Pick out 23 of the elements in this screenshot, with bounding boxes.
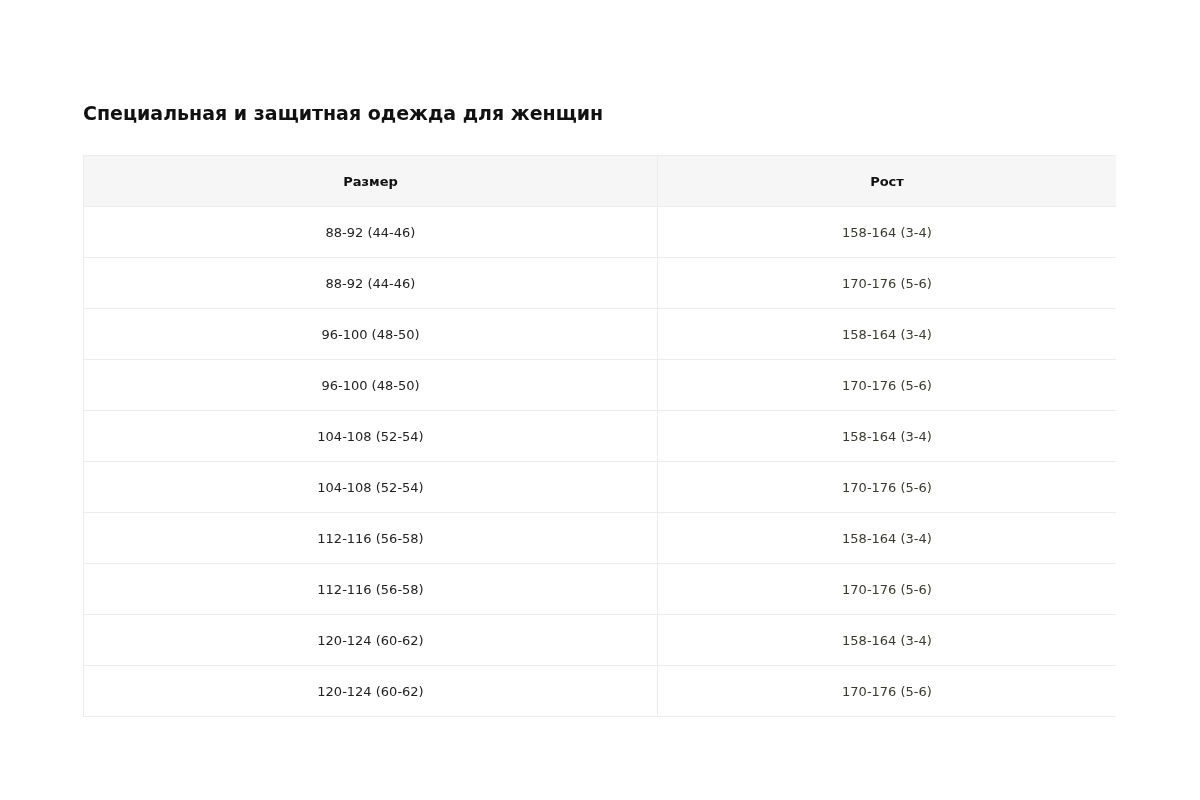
table-cell: 170-176 (5-6) xyxy=(657,257,1116,309)
table-cell: 170-176 (5-6) xyxy=(657,359,1116,411)
table-cell: 170-176 (5-6) xyxy=(657,563,1116,615)
table-cell: 158-164 (3-4) xyxy=(657,512,1116,564)
column-header: Размер xyxy=(83,155,658,207)
table-cell: 88-92 (44-46) xyxy=(83,257,658,309)
table-cell: 120-124 (60-62) xyxy=(83,614,658,666)
table-cell: 170-176 (5-6) xyxy=(657,665,1116,717)
section-title: Специальная и защитная одежда для женщин xyxy=(83,101,605,125)
table-cell: 96-100 (48-50) xyxy=(83,308,658,360)
table-cell: 158-164 (3-4) xyxy=(657,308,1116,360)
table-cell: 88-92 (44-46) xyxy=(83,206,658,258)
table-cell: 112-116 (56-58) xyxy=(83,563,658,615)
table-cell: 158-164 (3-4) xyxy=(657,206,1116,258)
table-cell: 158-164 (3-4) xyxy=(657,614,1116,666)
table-cell: 104-108 (52-54) xyxy=(83,461,658,513)
table-cell: 158-164 (3-4) xyxy=(657,410,1116,462)
table-cell: 170-176 (5-6) xyxy=(657,461,1116,513)
table-cell: 96-100 (48-50) xyxy=(83,359,658,411)
table-cell: 104-108 (52-54) xyxy=(83,410,658,462)
table-cell: 120-124 (60-62) xyxy=(83,665,658,717)
column-header: Рост xyxy=(657,155,1116,207)
table-cell: 112-116 (56-58) xyxy=(83,512,658,564)
